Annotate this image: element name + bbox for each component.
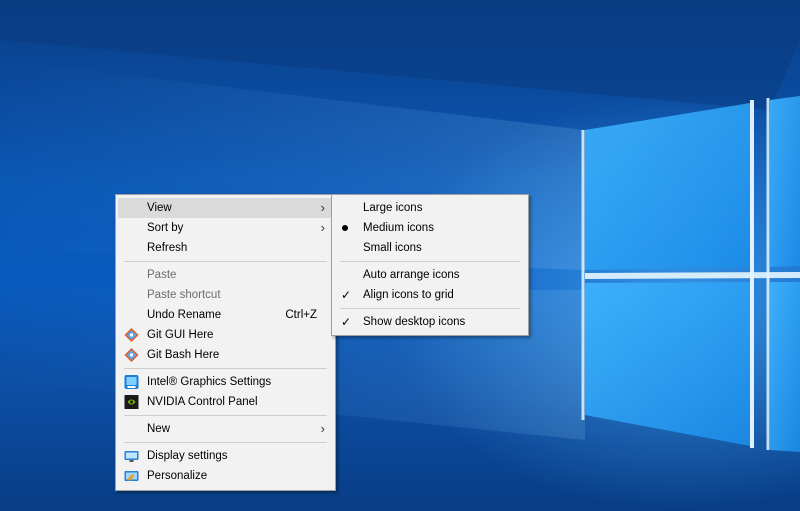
menu-item-label: Medium icons [363, 222, 434, 234]
menu-item-refresh[interactable]: Refresh [116, 238, 335, 258]
menu-separator [124, 415, 327, 416]
intel-graphics-icon [124, 375, 139, 389]
menu-item-sort-by[interactable]: Sort by › [116, 218, 335, 238]
menu-item-label: NVIDIA Control Panel [147, 396, 258, 408]
menu-item-personalize[interactable]: Personalize [116, 466, 335, 486]
menu-item-shortcut: Ctrl+Z [285, 309, 317, 321]
menu-item-label: Sort by [147, 222, 184, 234]
submenu-arrow-icon: › [320, 200, 325, 215]
view-submenu: Large icons Medium icons Small icons Aut… [331, 194, 529, 336]
menu-separator [124, 368, 327, 369]
menu-item-new[interactable]: New › [116, 419, 335, 439]
menu-item-label: Small icons [363, 242, 422, 254]
desktop-context-menu: View › Sort by › Refresh Paste Paste sho… [115, 194, 336, 491]
submenu-item-auto-arrange[interactable]: Auto arrange icons [332, 265, 528, 285]
menu-item-label: Git Bash Here [147, 349, 220, 361]
menu-item-label: Git GUI Here [147, 329, 214, 341]
checkmark-icon: ✓ [341, 315, 352, 329]
menu-item-label: Undo Rename [147, 309, 222, 321]
menu-item-git-bash[interactable]: Git Bash Here [116, 345, 335, 365]
submenu-item-show-desktop-icons[interactable]: ✓ Show desktop icons [332, 312, 528, 332]
menu-separator [124, 261, 327, 262]
menu-item-git-gui[interactable]: Git GUI Here [116, 325, 335, 345]
menu-item-label: Auto arrange icons [363, 269, 460, 281]
checkmark-icon: ✓ [341, 288, 352, 302]
submenu-arrow-icon: › [320, 421, 325, 436]
menu-item-label: Align icons to grid [363, 289, 454, 301]
menu-item-label: New [147, 423, 171, 435]
submenu-item-large-icons[interactable]: Large icons [332, 198, 528, 218]
menu-item-label: Large icons [363, 202, 423, 214]
git-logo-icon [124, 328, 139, 342]
menu-item-label: Refresh [147, 242, 188, 254]
menu-item-label: Show desktop icons [363, 316, 466, 328]
menu-item-view[interactable]: View › [118, 198, 333, 218]
menu-item-label: Display settings [147, 450, 228, 462]
menu-item-paste: Paste [116, 265, 335, 285]
personalize-icon [124, 471, 139, 481]
menu-item-label: Paste shortcut [147, 289, 221, 301]
menu-item-label: View [147, 202, 172, 214]
menu-item-label: Personalize [147, 470, 208, 482]
submenu-item-medium-icons[interactable]: Medium icons [332, 218, 528, 238]
menu-separator [340, 261, 520, 262]
menu-item-label: Paste [147, 269, 177, 281]
menu-separator [340, 308, 520, 309]
submenu-item-small-icons[interactable]: Small icons [332, 238, 528, 258]
submenu-item-align-to-grid[interactable]: ✓ Align icons to grid [332, 285, 528, 305]
git-logo-icon [124, 348, 139, 362]
menu-item-paste-shortcut: Paste shortcut [116, 285, 335, 305]
display-settings-icon [124, 451, 139, 462]
menu-item-label: Intel® Graphics Settings [147, 376, 272, 388]
nvidia-icon [124, 395, 139, 409]
menu-item-intel-graphics[interactable]: Intel® Graphics Settings [116, 372, 335, 392]
menu-separator [124, 442, 327, 443]
menu-item-nvidia[interactable]: NVIDIA Control Panel [116, 392, 335, 412]
menu-item-undo-rename[interactable]: Undo Rename Ctrl+Z [116, 305, 335, 325]
radio-bullet-icon [342, 225, 348, 231]
submenu-arrow-icon: › [320, 220, 325, 235]
menu-item-display-settings[interactable]: Display settings [116, 446, 335, 466]
